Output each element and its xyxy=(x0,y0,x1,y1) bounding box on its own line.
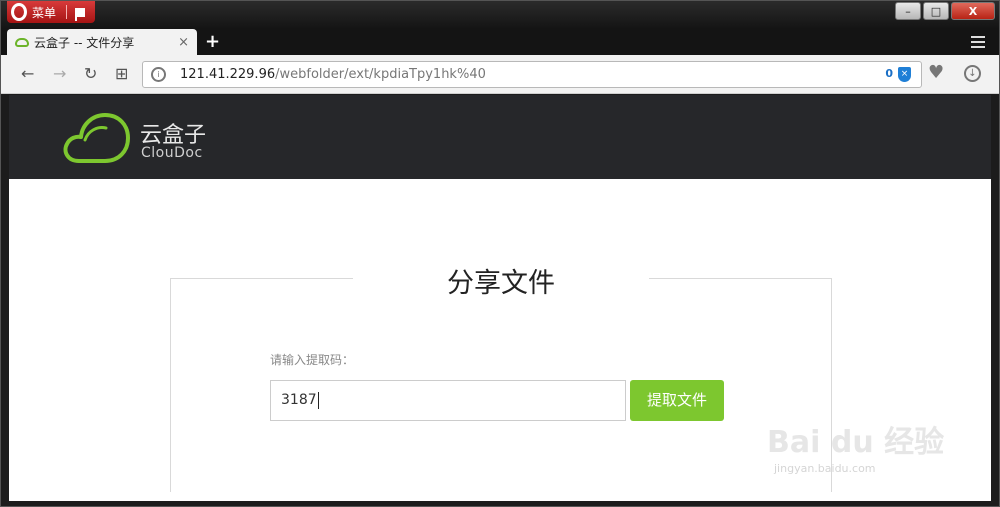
adblock-shield-icon[interactable]: × xyxy=(898,67,911,82)
tab-close-icon[interactable]: × xyxy=(178,35,189,50)
web-page: 云盒子 ClouDoc 分享文件 请输入提取码： 3187 提取文件 Bai d… xyxy=(9,95,991,501)
bookmark-heart-icon[interactable]: ♥ xyxy=(928,64,944,82)
speed-dial-button[interactable]: ⊞ xyxy=(115,65,128,83)
adblock-count: 0 xyxy=(885,67,893,80)
opera-logo-icon xyxy=(11,3,27,21)
url-host: 121.41.229.96 xyxy=(180,67,276,82)
close-window-button[interactable]: X xyxy=(951,2,995,20)
new-tab-button[interactable]: + xyxy=(205,31,220,52)
window-controls: – □ X xyxy=(895,2,995,20)
cloud-logo-icon xyxy=(63,113,130,163)
tab-active[interactable]: 云盒子 -- 文件分享 × xyxy=(7,29,197,55)
back-button[interactable]: ← xyxy=(21,65,34,83)
minimize-button[interactable]: – xyxy=(895,2,921,20)
maximize-button[interactable]: □ xyxy=(923,2,949,20)
text-caret xyxy=(317,391,319,409)
url-path: /webfolder/ext/kpdiaTpy1hk%40 xyxy=(275,67,486,82)
opera-menu-button[interactable]: 菜单 xyxy=(7,1,95,23)
flag-icon[interactable] xyxy=(75,7,86,21)
extraction-code-label: 请输入提取码： xyxy=(270,353,355,367)
extract-file-button[interactable]: 提取文件 xyxy=(630,380,724,421)
watermark-url: jingyan.baidu.com xyxy=(774,462,876,475)
menu-label: 菜单 xyxy=(32,5,57,20)
browser-window: 菜单 – □ X 云盒子 -- 文件分享 × + ← → ↻ ⊞ i 121.4… xyxy=(0,0,1000,507)
forward-button[interactable]: → xyxy=(53,65,66,83)
site-info-icon[interactable]: i xyxy=(151,67,166,82)
reload-button[interactable]: ↻ xyxy=(84,65,97,83)
download-icon[interactable]: ↓ xyxy=(964,65,981,82)
site-header: 云盒子 ClouDoc xyxy=(9,95,991,179)
watermark-logo: Bai du 经验 xyxy=(767,425,945,460)
logo-text-en: ClouDoc xyxy=(141,145,203,161)
cloud-favicon-icon xyxy=(15,37,29,47)
extraction-code-value: 3187 xyxy=(281,392,317,408)
extraction-code-input[interactable]: 3187 xyxy=(270,380,626,421)
tab-strip: 云盒子 -- 文件分享 × + xyxy=(1,29,999,55)
tab-title: 云盒子 -- 文件分享 xyxy=(34,35,135,50)
page-title: 分享文件 xyxy=(353,261,649,299)
tab-menu-icon[interactable] xyxy=(971,36,985,51)
title-bar: 菜单 – □ X xyxy=(1,1,999,29)
address-bar[interactable]: i 121.41.229.96 /webfolder/ext/kpdiaTpy1… xyxy=(142,61,922,88)
browser-toolbar: ← → ↻ ⊞ i 121.41.229.96 /webfolder/ext/k… xyxy=(1,55,999,94)
